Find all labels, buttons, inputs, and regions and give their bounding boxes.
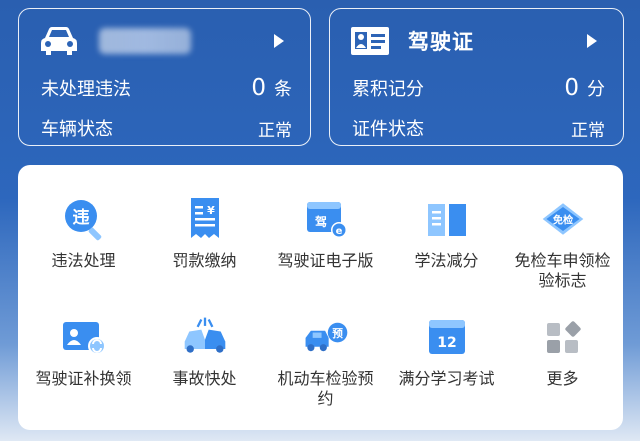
license-status-value: 正常	[571, 120, 605, 141]
chevron-right-icon	[587, 34, 597, 48]
unprocessed-count: 0	[251, 75, 266, 101]
search-violation-icon: 违	[64, 200, 101, 241]
service-label: 学法减分	[414, 251, 479, 270]
svg-text:违: 违	[72, 207, 89, 228]
license-renew-icon	[62, 322, 106, 355]
service-e-license[interactable]: 驾 e 驾驶证电子版	[265, 195, 386, 271]
car-icon	[41, 27, 77, 55]
services-panel: 违 违法处理 ¥ 罚款缴纳 驾 e 驾驶证电子版 学法减分 免检 免检车申领检验…	[18, 165, 623, 430]
vehicle-card-header	[39, 23, 294, 59]
points-unit: 分	[587, 79, 605, 100]
inspection-booking-icon: 预	[305, 322, 347, 352]
accident-icon	[184, 317, 225, 353]
service-accident-quick-handling[interactable]: 事故快处	[144, 313, 265, 389]
service-label: 驾驶证电子版	[277, 251, 374, 270]
points-value: 0	[564, 75, 579, 101]
svg-text:预: 预	[332, 327, 343, 340]
e-license-icon: 驾 e	[306, 202, 347, 238]
vehicle-status-row: 车辆状态 正常	[41, 115, 292, 141]
blurred-plate-number	[99, 28, 191, 54]
book-icon	[427, 204, 466, 236]
service-license-renewal[interactable]: 驾驶证补换领	[23, 313, 144, 389]
exempt-tag-icon: 免检	[542, 203, 583, 235]
svg-text:¥: ¥	[207, 204, 215, 217]
service-label: 机动车检验预约	[277, 369, 374, 408]
unprocessed-unit: 条	[274, 79, 292, 100]
svg-text:免检: 免检	[552, 214, 573, 227]
service-label: 违法处理	[51, 251, 116, 270]
chevron-right-icon	[274, 34, 284, 48]
points-label: 累积记分	[352, 79, 424, 100]
more-grid-icon	[546, 321, 581, 353]
id-card-icon	[351, 27, 389, 55]
license-status-label: 证件状态	[352, 119, 424, 140]
license-card-title: 驾驶证	[408, 30, 474, 54]
service-full-score-study-exam[interactable]: 12 满分学习考试	[386, 313, 507, 389]
unprocessed-label: 未处理违法	[41, 79, 131, 100]
service-more[interactable]: 更多	[502, 313, 623, 389]
receipt-icon: ¥	[190, 198, 219, 238]
service-study-reduce-points[interactable]: 学法减分	[386, 195, 507, 271]
unprocessed-violations-row: 未处理违法 0 条	[41, 75, 292, 101]
service-label: 免检车申领检验标志	[514, 251, 611, 290]
points-row: 累积记分 0 分	[352, 75, 605, 101]
service-label: 更多	[546, 369, 579, 388]
svg-text:e: e	[335, 226, 342, 237]
license-card[interactable]: 驾驶证 累积记分 0 分 证件状态 正常	[329, 8, 624, 146]
service-label: 罚款缴纳	[172, 251, 237, 270]
service-inspection-booking[interactable]: 预 机动车检验预约	[265, 313, 386, 409]
svg-text:12: 12	[437, 335, 456, 351]
vehicle-status-value: 正常	[258, 120, 292, 141]
vehicle-card[interactable]: 未处理违法 0 条 车辆状态 正常	[18, 8, 311, 146]
license-card-header: 驾驶证	[350, 23, 607, 59]
service-label: 驾驶证补换领	[35, 369, 132, 388]
service-violation-handling[interactable]: 违 违法处理	[23, 195, 144, 271]
service-label: 满分学习考试	[398, 369, 495, 388]
service-exempt-inspection-sticker[interactable]: 免检 免检车申领检验标志	[502, 195, 623, 291]
service-fine-payment[interactable]: ¥ 罚款缴纳	[144, 195, 265, 271]
license-status-row: 证件状态 正常	[352, 115, 605, 141]
svg-text:驾: 驾	[313, 214, 326, 229]
service-label: 事故快处	[172, 369, 237, 388]
vehicle-status-label: 车辆状态	[41, 119, 113, 140]
calendar-12-icon: 12	[428, 320, 465, 354]
